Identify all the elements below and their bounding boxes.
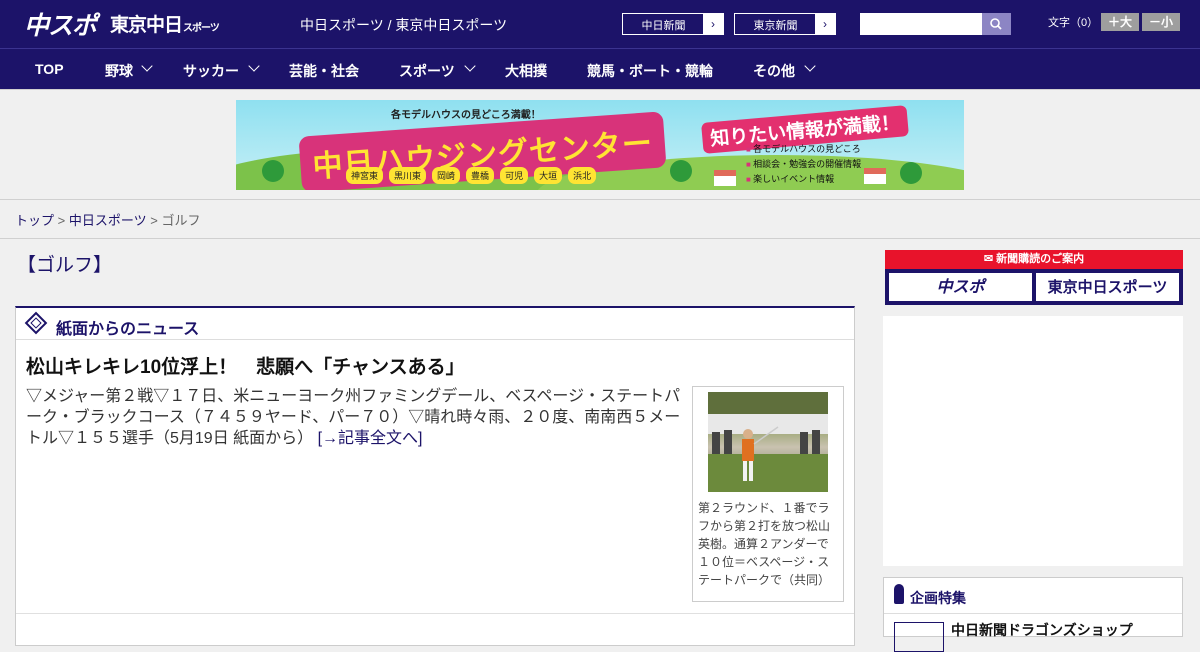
article-divider xyxy=(16,613,854,614)
breadcrumb-separator: > xyxy=(150,213,158,228)
article-photo[interactable]: 第２ラウンド、１番でラフから第２打を放つ松山英樹。通算２アンダーで１０位＝ベスペ… xyxy=(692,386,844,602)
banner-list-item: 楽しいイベント情報 xyxy=(746,172,861,187)
chevron-down-icon[interactable] xyxy=(804,60,816,72)
tokyo-shimbun-label: 東京新聞 xyxy=(753,20,798,32)
nav-item-other[interactable]: その他 xyxy=(753,61,795,81)
chevron-down-icon[interactable] xyxy=(141,60,153,72)
chevron-right-icon: › xyxy=(703,14,723,34)
ticket-icon: ✉ xyxy=(983,253,997,265)
banner-location: 黒川東 xyxy=(389,167,427,184)
housing-center-banner[interactable]: 各モデルハウスの見どころ満載！ 中日ハウジングセンター 神宮東 黒川東 岡崎 豊… xyxy=(236,100,964,190)
site-tagline: 中日スポーツ / 東京中日スポーツ xyxy=(300,17,508,33)
nav-item-soccer[interactable]: サッカー xyxy=(183,61,239,81)
feature-item-link[interactable]: 中日新聞ドラゴンズショップ xyxy=(951,620,1133,640)
tokyo-shimbun-button[interactable]: 東京新聞 › xyxy=(734,13,836,35)
sidebar-ad xyxy=(883,316,1183,566)
article-summary: ▽メジャー第２戦▽１７日、米ニューヨーク州ファミングデール、ベスページ・ステート… xyxy=(26,386,686,449)
photo-caption: 第２ラウンド、１番でラフから第２打を放つ松山英樹。通算２アンダーで１０位＝ベスペ… xyxy=(698,501,831,587)
read-more-link[interactable]: [→記事全文へ] xyxy=(318,430,423,447)
nav-item-sports[interactable]: スポーツ xyxy=(399,61,455,81)
font-size-label: 文字（0） xyxy=(1048,17,1099,29)
subscription-title: 新聞購読のご案内 xyxy=(996,253,1085,265)
subscription-box: ✉ 新聞購読のご案内 中スポ 東京中日スポーツ xyxy=(885,250,1183,305)
chevron-down-icon[interactable] xyxy=(464,60,476,72)
tokyo-logo-text: 東京中日 xyxy=(110,14,183,36)
feature-box: 企画特集 中日新聞ドラゴンズショップ xyxy=(883,577,1183,652)
breadcrumb-separator: > xyxy=(57,213,66,228)
font-bigger-button[interactable]: ＋大 xyxy=(1101,13,1139,31)
breadcrumb-top[interactable]: トップ xyxy=(15,213,54,228)
banner-location: 豊橋 xyxy=(466,167,495,184)
news-box-header: 紙面からのニュース xyxy=(16,308,854,340)
tokyo-subscribe-button[interactable]: 東京中日スポーツ xyxy=(1036,273,1179,301)
feature-divider xyxy=(884,613,1182,614)
tokyo-logo-small: スポーツ xyxy=(183,23,220,34)
nav-item-entertainment[interactable]: 芸能・社会 xyxy=(289,61,359,81)
category-title: 【ゴルフ】 xyxy=(17,255,113,276)
news-box-title: 紙面からのニュース xyxy=(56,321,200,338)
banner-location: 浜北 xyxy=(568,167,597,184)
medal-icon xyxy=(894,584,904,604)
chunichi-shimbun-button[interactable]: 中日新聞 › xyxy=(622,13,724,35)
site-header: 中スポ 東京中日スポーツ 中日スポーツ / 東京中日スポーツ 中日新聞 › 東京… xyxy=(0,0,1200,48)
banner-location: 神宮東 xyxy=(346,167,384,184)
banner-list-item: 相談会・勉強会の開催情報 xyxy=(746,157,861,172)
chuspo-subscribe-button[interactable]: 中スポ xyxy=(889,273,1032,301)
tree-icon xyxy=(670,160,692,182)
breadcrumb-section[interactable]: 中日スポーツ xyxy=(69,213,147,228)
main-nav: TOP 野球 サッカー 芸能・社会 スポーツ 大相撲 競馬・ボート・競輪 その他 xyxy=(0,48,1200,89)
nav-item-racing[interactable]: 競馬・ボート・競輪 xyxy=(587,61,713,81)
search-input[interactable] xyxy=(860,13,982,35)
news-box: 紙面からのニュース 松山キレキレ10位浮上！ 悲願へ「チャンスある」 ▽メジャー… xyxy=(15,306,855,646)
banner-top-text: 各モデルハウスの見どころ満載！ xyxy=(391,110,541,121)
font-smaller-button[interactable]: －小 xyxy=(1142,13,1180,31)
feature-thumbnail[interactable] xyxy=(894,622,944,652)
feature-title: 企画特集 xyxy=(910,590,966,606)
golf-photo-illustration xyxy=(708,392,828,492)
house-icon xyxy=(714,170,736,186)
tokyo-chunichi-logo[interactable]: 東京中日スポーツ xyxy=(110,10,220,37)
chunichi-shimbun-label: 中日新聞 xyxy=(641,20,686,32)
house-icon xyxy=(864,168,886,184)
subscription-header: ✉ 新聞購読のご案内 xyxy=(885,250,1183,269)
breadcrumb: トップ > 中日スポーツ > ゴルフ xyxy=(15,210,200,229)
banner-list: 各モデルハウスの見どころ 相談会・勉強会の開催情報 楽しいイベント情報 xyxy=(746,142,861,187)
article-headline[interactable]: 松山キレキレ10位浮上！ 悲願へ「チャンスある」 xyxy=(26,352,465,379)
chevron-right-icon: › xyxy=(815,14,835,34)
chevron-down-icon[interactable] xyxy=(248,60,260,72)
banner-location: 岡崎 xyxy=(432,167,461,184)
banner-location: 可児 xyxy=(500,167,529,184)
chuspo-logo[interactable]: 中スポ xyxy=(24,6,97,42)
nav-item-sumo[interactable]: 大相撲 xyxy=(505,61,547,81)
banner-list-item: 各モデルハウスの見どころ xyxy=(746,142,861,157)
banner-divider xyxy=(0,199,1200,200)
tree-icon xyxy=(262,160,284,182)
banner-locations: 神宮東 黒川東 岡崎 豊橋 可児 大垣 浜北 xyxy=(346,167,597,184)
breadcrumb-divider xyxy=(0,238,1200,239)
nav-divider xyxy=(0,89,1200,90)
breadcrumb-current: ゴルフ xyxy=(161,213,201,228)
search-icon xyxy=(990,18,1002,30)
nav-item-top[interactable]: TOP xyxy=(35,61,64,77)
tree-icon xyxy=(900,162,922,184)
search-button[interactable] xyxy=(982,13,1011,35)
banner-location: 大垣 xyxy=(534,167,563,184)
nav-item-baseball[interactable]: 野球 xyxy=(105,61,133,81)
golf-photo xyxy=(708,392,828,492)
